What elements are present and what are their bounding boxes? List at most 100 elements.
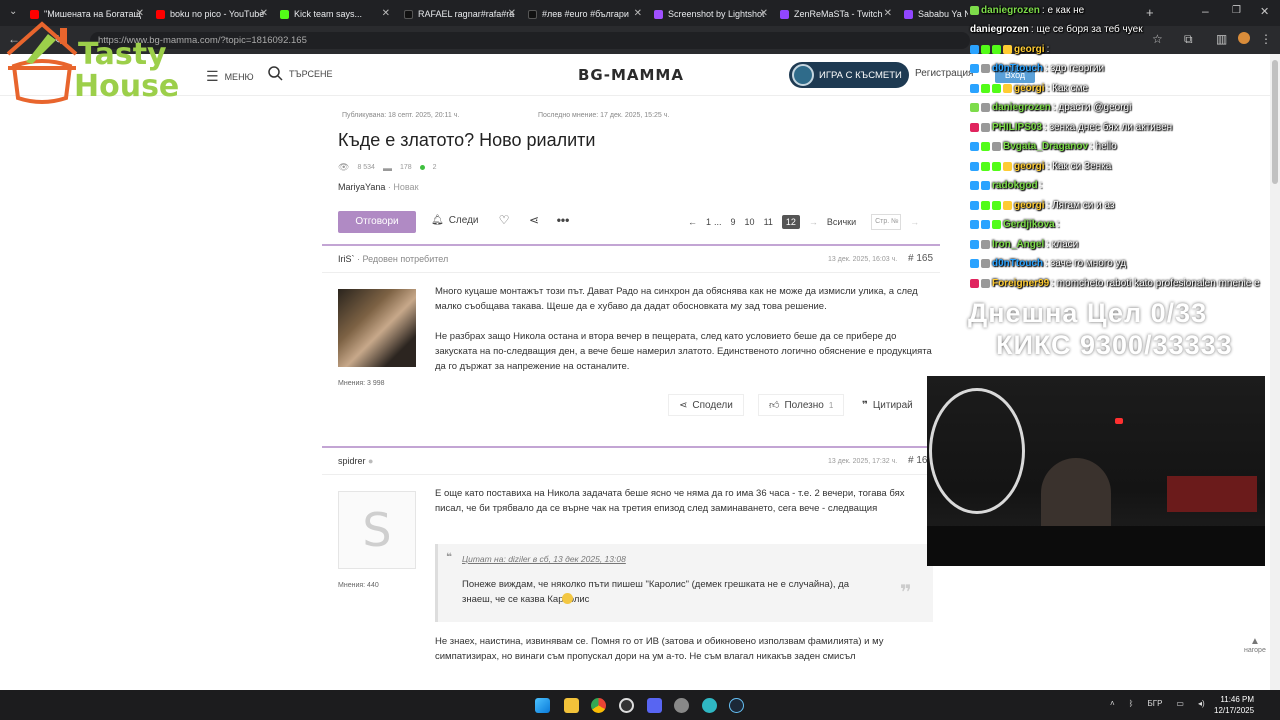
quote-button[interactable]: ❞ Цитирай: [852, 394, 923, 416]
close-icon[interactable]: ✕: [260, 8, 268, 19]
close-icon[interactable]: ✕: [884, 8, 892, 19]
site-logo[interactable]: BG-MAMMA: [578, 66, 684, 84]
avatar[interactable]: [338, 289, 416, 367]
browser-tab[interactable]: ZenReMaSTa - Twitch ✕: [774, 4, 896, 24]
page-link[interactable]: 11: [764, 217, 773, 227]
chat-badge-icon: [970, 102, 979, 112]
scroll-to-top-button[interactable]: ▲ нагоре: [1244, 636, 1266, 654]
bluetooth-icon[interactable]: ᛒ: [1129, 699, 1134, 708]
settings-icon[interactable]: [674, 698, 689, 713]
browser-tab[interactable]: Kick team says... ✕: [274, 4, 394, 24]
page-link[interactable]: 1: [706, 217, 711, 227]
browser-tab[interactable]: Screenshot by Lightshot ✕: [648, 4, 772, 24]
chat-badge-icon: [970, 219, 979, 229]
current-page[interactable]: 12: [781, 215, 800, 229]
quote-source[interactable]: Цитат на: diziler в сб, 13 дек 2025, 13:…: [462, 554, 626, 564]
quote-mark-icon: ❝: [446, 552, 452, 563]
share-post-button[interactable]: ⋖ Сподели: [668, 394, 744, 416]
page-ellipsis: ...: [714, 217, 722, 227]
chat-badge-icon: [981, 278, 990, 288]
chat-badge-icon: [981, 180, 990, 190]
online-count: 2: [432, 164, 437, 171]
register-link[interactable]: Регистрация: [915, 68, 973, 79]
close-icon[interactable]: ✕: [634, 8, 642, 19]
useful-count: 1: [828, 400, 834, 410]
author-name[interactable]: MariyaYana: [338, 182, 385, 192]
chat-text: : класи: [1046, 238, 1079, 250]
all-pages-link[interactable]: Всички: [827, 217, 856, 227]
tiktok-icon: [528, 9, 537, 19]
page-link[interactable]: 9: [731, 217, 736, 227]
chat-username: daniegrozen: [981, 4, 1040, 16]
search-icon: [268, 66, 283, 81]
next-page-icon[interactable]: →: [809, 217, 818, 227]
post-number[interactable]: # 165: [908, 253, 933, 264]
chat-username: georgi: [1014, 82, 1045, 94]
red-carpet: [1167, 476, 1257, 512]
browser-tab[interactable]: RAFAEL ragnar#rafa#ra ✕: [398, 4, 520, 24]
page-title: Къде е златото? Ново риалити: [338, 130, 596, 150]
url-input[interactable]: https://www.bg-mamma.com/?topic=1816092.…: [90, 32, 970, 49]
chat-badge-icon: [970, 141, 979, 151]
avatar[interactable]: S: [338, 491, 416, 569]
go-page-icon[interactable]: →: [910, 217, 919, 227]
useful-button[interactable]: 👍︎ Полезно 1: [758, 394, 845, 416]
reply-button[interactable]: Отговори: [338, 211, 416, 233]
explorer-icon[interactable]: [564, 698, 579, 713]
chat-badge-icon: [970, 5, 979, 15]
twitch-icon: [904, 9, 913, 19]
chevron-up-icon[interactable]: ˄: [1110, 699, 1115, 708]
browser-tab[interactable]: #лев #euro #българи ✕: [522, 4, 646, 24]
steam-icon[interactable]: [729, 698, 744, 713]
close-icon[interactable]: ✕: [760, 8, 768, 19]
game-button-label: ИГРА С КЪСМЕТИ: [819, 69, 902, 81]
post-author-line: IriS` · Редовен потребител: [338, 254, 448, 264]
post-date: 13 дек. 2025, 16:03 ч.: [828, 256, 898, 263]
windows-icon[interactable]: [535, 698, 550, 713]
chat-text: : заче го много уд: [1045, 257, 1127, 269]
share-icon[interactable]: ⋖: [524, 213, 544, 231]
follow-button[interactable]: 🔔︎ Следи: [431, 215, 479, 226]
taskbar-clock[interactable]: 11:46 PM 12/17/2025: [1214, 694, 1254, 716]
post-number[interactable]: # 16: [908, 455, 927, 466]
thumbs-up-icon: 👍︎: [769, 400, 780, 411]
chat-badge-icon: [970, 44, 979, 54]
menu-button[interactable]: ☰ МЕНЮ: [206, 68, 254, 85]
bell-icon: 🔔︎: [431, 215, 444, 226]
chat-badge-icon: [981, 141, 990, 151]
browser-tab[interactable]: Sababu Ya Nissan: [898, 4, 968, 24]
prev-page-icon[interactable]: ←: [688, 217, 697, 227]
chrome-icon[interactable]: [591, 698, 606, 713]
game-of-luck-button[interactable]: ИГРА С КЪСМЕТИ: [789, 62, 909, 88]
post-author[interactable]: IriS`: [338, 254, 355, 264]
network-icon[interactable]: ▭: [1176, 699, 1184, 708]
more-icon[interactable]: •••: [553, 213, 573, 231]
chat-badge-icon: [981, 161, 990, 171]
edge-icon[interactable]: [702, 698, 717, 713]
volume-icon[interactable]: ◂): [1198, 699, 1205, 708]
chat-badge-icon: [1003, 44, 1012, 54]
chat-text: : hello: [1090, 140, 1117, 152]
obs-icon[interactable]: [619, 698, 634, 713]
logo-word-house: House: [74, 69, 180, 104]
chat-badge-icon: [970, 161, 979, 171]
menu-label: МЕНЮ: [224, 71, 254, 82]
page-number-input[interactable]: Стр. №: [871, 214, 902, 230]
red-light: [1115, 418, 1123, 424]
close-icon[interactable]: ✕: [508, 8, 516, 19]
chat-badge-icon: [1003, 200, 1012, 210]
tab-title: ZenReMaSTa - Twitch: [794, 9, 883, 19]
coin-icon: [792, 64, 814, 86]
post-author[interactable]: spidrer: [338, 456, 366, 466]
stream-chat-overlay: daniegrozen: е как не daniegrozen: ще се …: [970, 0, 1280, 300]
close-icon[interactable]: ✕: [382, 8, 390, 19]
forum-post: spidrer ● 13 дек. 2025, 17:32 ч. # 16 S …: [322, 446, 940, 690]
heart-icon[interactable]: ♡: [494, 213, 514, 231]
search-button[interactable]: ТЪРСЕНЕ: [268, 66, 333, 81]
page-link[interactable]: 10: [745, 217, 755, 227]
chat-badge-icon: [992, 83, 1001, 93]
discord-icon[interactable]: [647, 698, 662, 713]
language-indicator[interactable]: БГР: [1147, 699, 1162, 708]
chat-message: daniegrozen: ще се боря за теб чуек: [970, 21, 1143, 37]
chat-badge-icon: [970, 239, 979, 249]
